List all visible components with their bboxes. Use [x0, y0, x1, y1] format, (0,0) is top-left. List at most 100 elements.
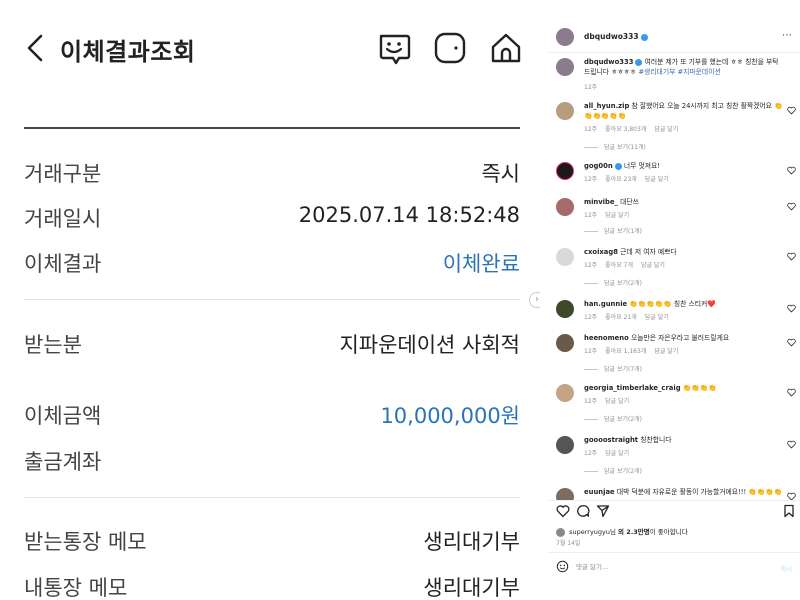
avatar[interactable] — [556, 162, 574, 180]
comment-body: 근데 저 여자 예쁘다 — [620, 248, 677, 256]
like-count[interactable]: 좋아요 21개 — [605, 314, 637, 321]
comment-text: goooostraight 칭찬합니다 — [584, 436, 784, 446]
comment-time: 12주 — [584, 262, 598, 269]
row-transaction-datetime: 거래일시 2025.07.14 18:52:48 — [24, 203, 520, 233]
home-icon[interactable] — [488, 30, 524, 66]
liked-by-count[interactable]: 외 2.3만명 — [618, 528, 650, 536]
comment-item: all_hyun.zip 참 잘했어요 오늘 24시까지 최고 칭찬 활짝겠어요… — [556, 102, 796, 152]
row-value: 즉시 — [481, 162, 520, 186]
reply-button[interactable]: 답글 달기 — [645, 314, 669, 321]
reply-button[interactable]: 답글 달기 — [654, 126, 678, 133]
comment-time: 12주 — [584, 176, 598, 183]
avatar[interactable] — [556, 334, 574, 352]
chat-bot-icon[interactable] — [376, 30, 412, 66]
username[interactable]: dbqudwo333 — [584, 58, 633, 66]
username[interactable]: goooostraight — [584, 436, 638, 444]
username[interactable]: all_hyun.zip — [584, 102, 629, 110]
view-replies[interactable]: 답글 보기(2개) — [584, 414, 642, 423]
liked-by-username[interactable]: superryugyu — [569, 528, 610, 536]
header: 이체결과조회 — [24, 26, 528, 70]
comment-body: 칭찬합니다 — [640, 436, 672, 444]
reply-button[interactable]: 답글 달기 — [645, 176, 669, 183]
comment-time: 12주 — [584, 450, 598, 457]
avatar[interactable] — [556, 28, 574, 46]
avatar[interactable] — [556, 198, 574, 216]
bookmark-icon[interactable] — [782, 504, 796, 518]
avatar[interactable] — [556, 384, 574, 402]
reply-button[interactable]: 답글 달기 — [654, 348, 678, 355]
avatar[interactable] — [556, 488, 574, 500]
post-comment-button[interactable]: 게시 — [780, 563, 792, 573]
caption-time: 12주 — [584, 84, 598, 91]
heart-icon[interactable] — [787, 106, 796, 115]
heart-icon[interactable] — [787, 338, 796, 347]
view-replies[interactable]: 답글 보기(11개) — [584, 142, 646, 151]
view-replies[interactable]: 답글 보기(7개) — [584, 364, 642, 373]
comment-meta: 12주 답글 달기 — [584, 396, 637, 405]
row-value: 10,000,000원 — [380, 404, 520, 428]
liked-by: superryugyu님 외 2.3만명이 좋아합니다 — [556, 526, 688, 537]
row-value: 2025.07.14 18:52:48 — [298, 203, 520, 227]
like-count[interactable]: 좋아요 23개 — [605, 176, 637, 183]
avatar[interactable] — [556, 527, 565, 537]
heart-icon[interactable] — [787, 388, 796, 397]
view-replies[interactable]: 답글 보기(2개) — [584, 278, 642, 287]
like-count[interactable]: 좋아요 7개 — [605, 262, 633, 269]
avatar[interactable] — [556, 300, 574, 318]
liked-by-suffix: 이 좋아합니다 — [649, 528, 688, 536]
instagram-comments-panel: dbqudwo333 ⋯ dbqudwo333 여러분 제가 또 기부를 했는데… — [548, 18, 800, 600]
row-label: 받는분 — [24, 333, 82, 357]
reply-button[interactable]: 답글 달기 — [641, 262, 665, 269]
reply-button[interactable]: 답글 달기 — [605, 212, 629, 219]
like-count[interactable]: 좋아요 3,803개 — [605, 126, 646, 133]
comment-input[interactable] — [576, 560, 756, 574]
back-arrow-icon[interactable] — [24, 32, 48, 64]
username[interactable]: georgia_timberlake_craig — [584, 384, 681, 392]
comment-text: georgia_timberlake_craig 👏👏👏👏 — [584, 384, 784, 394]
comment-body: 👏👏👏👏👏 칭찬 스티커❤️ — [629, 300, 716, 308]
avatar[interactable] — [556, 102, 574, 120]
heart-icon[interactable] — [787, 440, 796, 449]
hashtags[interactable]: #생리대기부 #지파운데이션 — [638, 68, 720, 76]
transfer-result-screen: 이체결과조회 거래구분 즉시 거래일시 2025.07.14 18:52:48 … — [0, 0, 540, 600]
avatar[interactable] — [556, 436, 574, 454]
username[interactable]: heenomeno — [584, 334, 629, 342]
username[interactable]: gog00n — [584, 162, 613, 170]
heart-icon[interactable] — [787, 492, 796, 500]
share-icon[interactable] — [596, 504, 610, 518]
caption: dbqudwo333 여러분 제가 또 기부를 했는데 ㅎㅎ 칭찬을 부탁드립니… — [556, 58, 796, 91]
section-divider — [24, 497, 520, 498]
comment-icon[interactable] — [576, 504, 590, 518]
username[interactable]: cxoixag8 — [584, 248, 618, 256]
row-value: 생리대기부 — [423, 530, 520, 554]
comment-time: 12주 — [584, 212, 598, 219]
reply-button[interactable]: 답글 달기 — [605, 450, 629, 457]
heart-icon[interactable] — [787, 252, 796, 261]
view-replies[interactable]: 답글 보기(1개) — [584, 226, 642, 235]
avatar[interactable] — [556, 58, 574, 76]
like-count[interactable]: 좋아요 1,163개 — [605, 348, 646, 355]
username[interactable]: dbqudwo333 — [584, 32, 639, 41]
comment-meta: 12주 좋아요 21개 답글 달기 — [584, 312, 677, 321]
heart-icon[interactable] — [556, 504, 570, 518]
comment-text: all_hyun.zip 참 잘했어요 오늘 24시까지 최고 칭찬 활짝겠어요… — [584, 102, 784, 121]
post-author[interactable]: dbqudwo333 — [584, 32, 648, 41]
heart-icon[interactable] — [787, 166, 796, 175]
username[interactable]: euunjae — [584, 488, 615, 496]
heart-icon[interactable] — [787, 304, 796, 313]
row-recipient: 받는분 지파운데이션 사회적 — [24, 329, 520, 359]
post-date: 7월 14일 — [556, 540, 581, 547]
view-replies[interactable]: 답글 보기(2개) — [584, 466, 642, 475]
emoji-icon[interactable] — [556, 560, 569, 573]
row-value: 이체완료 — [442, 252, 520, 276]
avatar[interactable] — [556, 248, 574, 266]
heart-icon[interactable] — [787, 202, 796, 211]
chevron-right-icon[interactable]: › — [529, 292, 540, 308]
row-withdrawal-account: 출금계좌 — [24, 446, 520, 476]
header-divider — [24, 127, 520, 129]
reply-button[interactable]: 답글 달기 — [605, 398, 629, 405]
menu-square-icon[interactable] — [432, 30, 468, 66]
username[interactable]: minvibe_ — [584, 198, 618, 206]
username[interactable]: han.gunnie — [584, 300, 627, 308]
more-options-icon[interactable]: ⋯ — [782, 30, 792, 41]
